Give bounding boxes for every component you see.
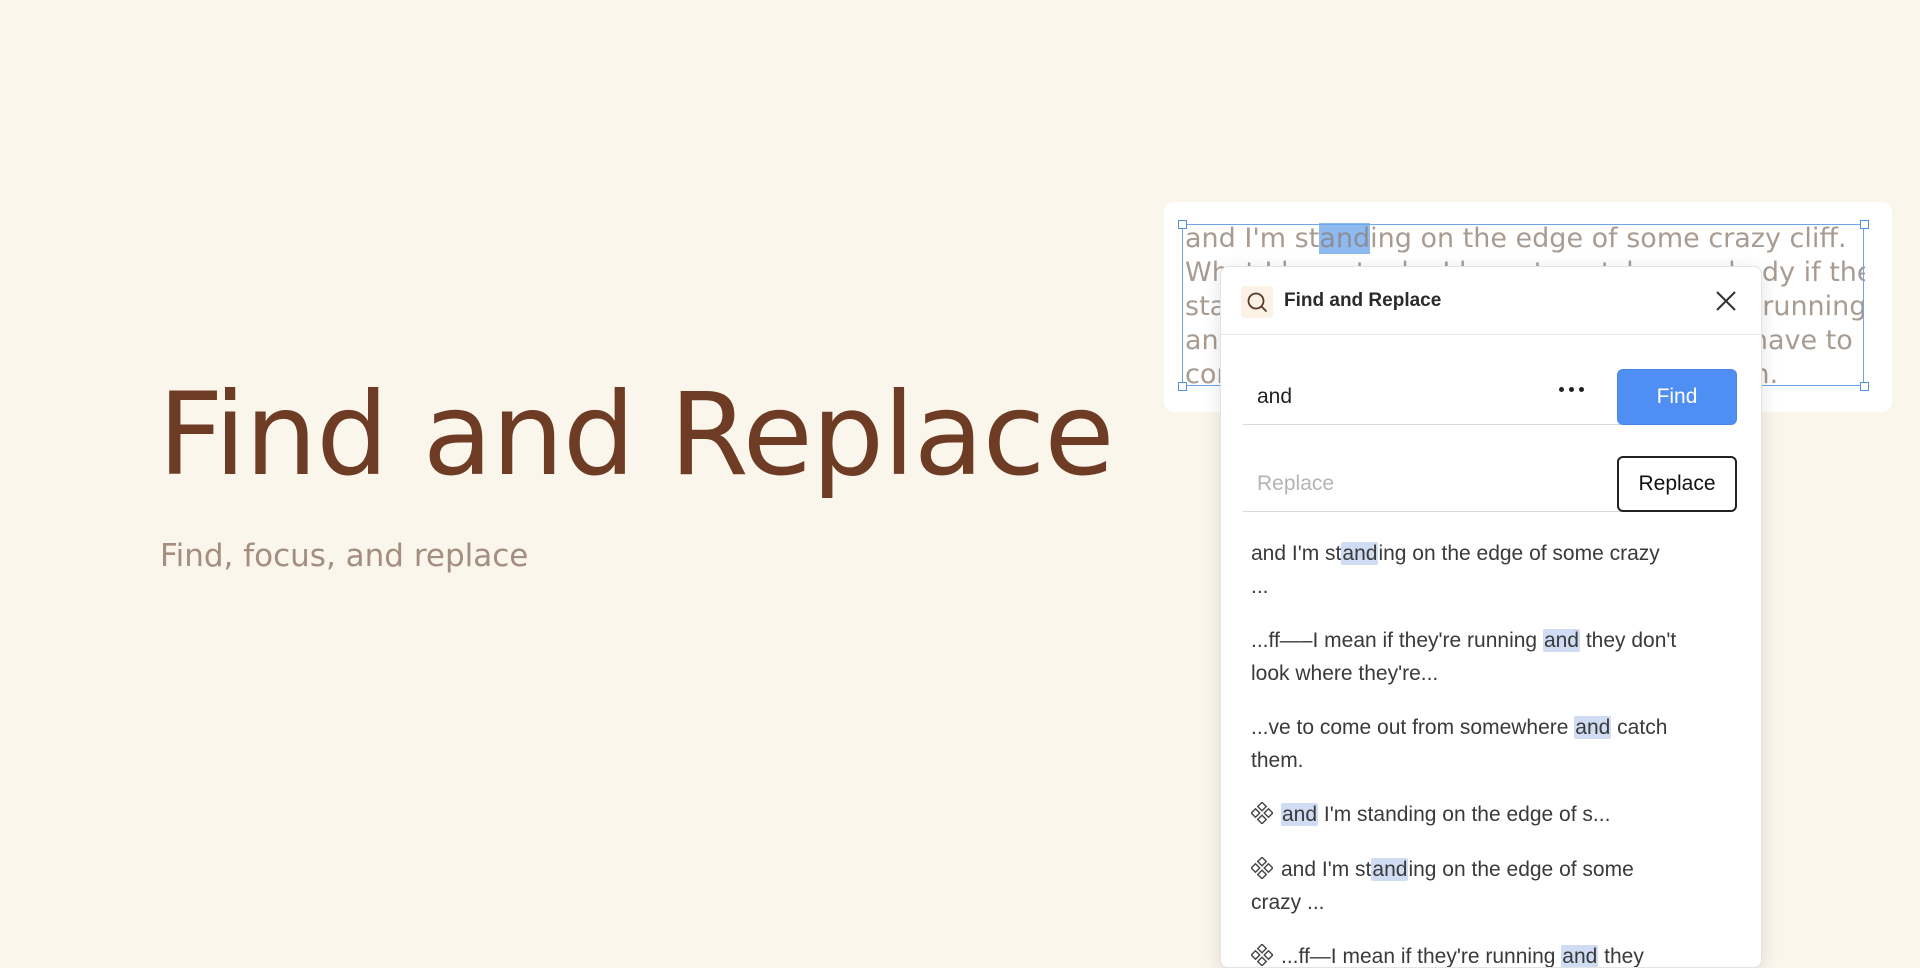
component-icon [1250,856,1274,880]
dialog-title: Find and Replace [1284,290,1442,311]
page-title: Find and Replace [158,368,1114,501]
replace-input[interactable] [1243,456,1621,512]
find-replace-dialog: Find and Replace Find Replace and I'm st… [1220,266,1762,968]
match-highlight: and [1561,945,1599,968]
result-text: I'm standing on the edge of s... [1318,803,1611,826]
result-item[interactable]: and I'm standing on the edge of some craz… [1250,853,1731,919]
match-highlight: and [1574,716,1612,739]
component-icon [1250,801,1274,825]
result-text: they [1598,945,1644,968]
more-options-icon[interactable] [1551,379,1591,399]
result-text: ...ff—I mean if they're running [1281,945,1562,968]
result-item[interactable]: and I'm standing on the edge of some cra… [1251,537,1731,603]
match-highlight: and [1542,629,1580,652]
result-text: and I'm st [1281,858,1372,881]
result-text: ...ve to come out from somewhere [1251,716,1575,739]
close-icon[interactable] [1711,286,1741,316]
result-text: and I'm st [1251,542,1342,565]
result-item[interactable]: and I'm standing on the edge of s... [1250,798,1731,831]
match-highlight: and [1371,858,1409,881]
replace-button[interactable]: Replace [1617,456,1737,512]
result-item[interactable]: ...ff—I mean if they're running and they [1250,940,1731,968]
search-icon [1241,286,1273,318]
match-highlight: and [1281,803,1319,826]
resize-handle-top-left[interactable] [1178,220,1187,229]
find-button[interactable]: Find [1617,369,1737,425]
page-subtitle: Find, focus, and replace [160,538,529,574]
dialog-header: Find and Replace [1221,267,1761,335]
resize-handle-bottom-left[interactable] [1178,382,1187,391]
result-item[interactable]: ...ff—–I mean if they're running and the… [1251,624,1731,690]
result-item[interactable]: ...ve to come out from somewhere and cat… [1251,711,1731,777]
resize-handle-bottom-right[interactable] [1860,382,1869,391]
result-text: ...ff—–I mean if they're running [1251,629,1543,652]
match-highlight: and [1341,542,1379,565]
resize-handle-top-right[interactable] [1860,220,1869,229]
component-icon [1250,943,1274,967]
